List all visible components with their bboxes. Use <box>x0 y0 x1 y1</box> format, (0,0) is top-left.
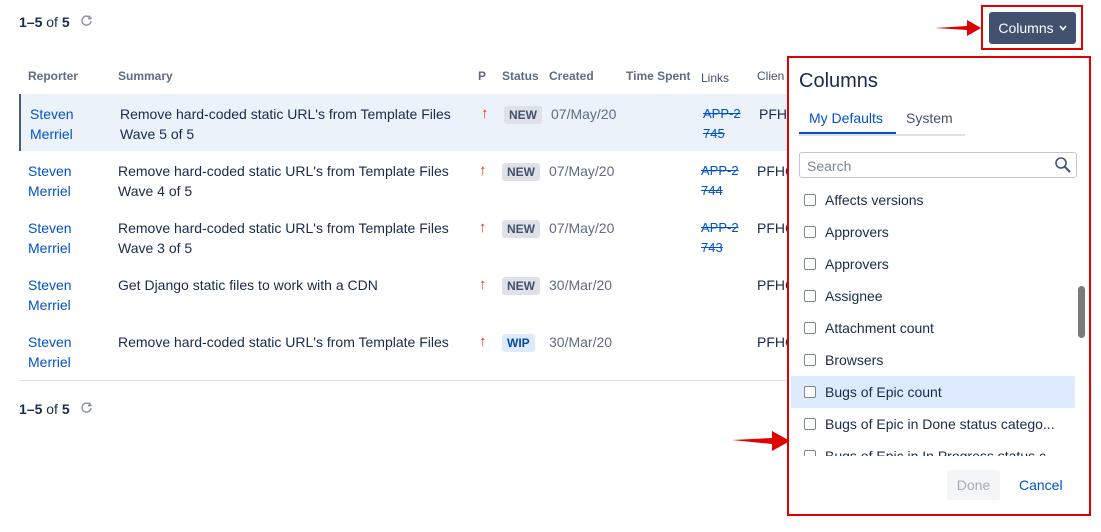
column-header-summary[interactable]: Summary <box>118 69 173 83</box>
search-input[interactable]: Search <box>799 152 1077 178</box>
column-option[interactable]: Bugs of Epic count <box>791 376 1075 408</box>
client-cell: PFHC <box>757 163 787 179</box>
pager-of: of <box>46 401 58 417</box>
issue-link[interactable]: APP-2745 <box>703 104 743 144</box>
search-icon <box>1054 156 1072 177</box>
summary-link[interactable]: Remove hard-coded static URL's from Temp… <box>118 161 468 201</box>
column-option[interactable]: Bugs of Epic in Done status catego... <box>791 408 1075 440</box>
tab-my-defaults[interactable]: My Defaults <box>809 110 883 126</box>
column-header-links[interactable]: Links <box>701 71 729 85</box>
checkbox[interactable] <box>804 386 816 398</box>
search-placeholder: Search <box>807 158 852 174</box>
status-badge: NEW <box>502 163 540 181</box>
refresh-icon[interactable] <box>80 401 93 417</box>
reporter-link[interactable]: Steven Merriel <box>30 104 100 144</box>
checkbox[interactable] <box>804 450 816 456</box>
reporter-link[interactable]: Steven Merriel <box>28 161 98 201</box>
issue-link[interactable]: APP-2744 <box>701 161 741 201</box>
active-tab-indicator <box>799 132 896 134</box>
priority-high-icon: ↑ <box>479 219 487 236</box>
pager-total: 5 <box>61 14 70 30</box>
column-option[interactable]: Browsers <box>791 344 1075 376</box>
column-header-created[interactable]: Created <box>549 69 594 83</box>
issue-link[interactable]: APP-2743 <box>701 218 741 258</box>
priority-high-icon: ↑ <box>479 162 487 179</box>
checkbox[interactable] <box>804 354 816 366</box>
column-header-client[interactable]: Clien <box>757 69 784 83</box>
client-cell: PFHC <box>757 277 787 293</box>
tab-system[interactable]: System <box>906 110 953 126</box>
issue-table: Steven Merriel Remove hard-coded static … <box>19 94 789 379</box>
columns-button-label: Columns <box>998 20 1054 36</box>
column-option[interactable]: Attachment count <box>791 312 1075 344</box>
status-badge: WIP <box>502 334 535 352</box>
done-button[interactable]: Done <box>947 470 1000 500</box>
list-scrollbar[interactable] <box>1078 184 1086 456</box>
checkbox[interactable] <box>804 226 816 238</box>
annotation-arrow-icon <box>732 431 790 451</box>
client-cell: PFHC <box>757 220 787 236</box>
summary-link[interactable]: Remove hard-coded static URL's from Temp… <box>118 218 468 258</box>
table-row[interactable]: Steven Merriel Remove hard-coded static … <box>19 151 789 208</box>
checkbox[interactable] <box>804 418 816 430</box>
columns-popup: Columns My Defaults System Search Affect… <box>791 60 1087 512</box>
pager-top: 1–5 of 5 <box>19 14 93 30</box>
column-header-priority[interactable]: P <box>478 69 486 83</box>
status-badge: NEW <box>502 220 540 238</box>
column-option[interactable]: Affects versions <box>791 184 1075 216</box>
pager-range: 1–5 <box>19 14 43 30</box>
status-badge: NEW <box>504 106 542 124</box>
column-header-time-spent[interactable]: Time Spent <box>626 69 690 83</box>
table-divider <box>19 380 789 381</box>
popup-tabs: My Defaults System <box>799 106 965 136</box>
checkbox[interactable] <box>804 258 816 270</box>
table-row[interactable]: Steven Merriel Remove hard-coded static … <box>19 208 789 265</box>
pager-of: of <box>46 14 58 30</box>
status-badge: NEW <box>502 277 540 295</box>
client-cell: PFHC <box>759 106 789 122</box>
summary-link[interactable]: Remove hard-coded static URL's from Temp… <box>120 104 470 144</box>
cancel-button[interactable]: Cancel <box>1019 470 1063 500</box>
column-option[interactable]: Approvers <box>791 216 1075 248</box>
reporter-link[interactable]: Steven Merriel <box>28 275 98 315</box>
columns-button[interactable]: Columns <box>989 12 1076 44</box>
client-cell: PFHC <box>757 334 787 350</box>
scrollbar-thumb[interactable] <box>1078 286 1085 338</box>
reporter-link[interactable]: Steven Merriel <box>28 218 98 258</box>
summary-link[interactable]: Get Django static files to work with a C… <box>118 275 468 295</box>
reporter-link[interactable]: Steven Merriel <box>28 332 98 372</box>
summary-link[interactable]: Remove hard-coded static URL's from Temp… <box>118 332 468 352</box>
created-date: 07/May/20 <box>551 106 617 122</box>
table-row[interactable]: Steven Merriel Remove hard-coded static … <box>19 322 789 379</box>
created-date: 07/May/20 <box>549 220 615 236</box>
column-option[interactable]: Approvers <box>791 248 1075 280</box>
checkbox[interactable] <box>804 290 816 302</box>
column-header-status[interactable]: Status <box>502 69 539 83</box>
checkbox[interactable] <box>804 194 816 206</box>
popup-title: Columns <box>799 70 878 92</box>
priority-high-icon: ↑ <box>479 333 487 350</box>
annotation-arrow-icon <box>935 20 981 36</box>
priority-high-icon: ↑ <box>479 276 487 293</box>
refresh-icon[interactable] <box>80 14 93 30</box>
pager-bottom: 1–5 of 5 <box>19 401 93 417</box>
column-header-reporter[interactable]: Reporter <box>28 69 78 83</box>
created-date: 30/Mar/20 <box>549 334 613 350</box>
created-date: 07/May/20 <box>549 163 615 179</box>
priority-high-icon: ↑ <box>481 105 489 122</box>
table-row[interactable]: Steven Merriel Remove hard-coded static … <box>19 94 789 151</box>
column-option[interactable]: Bugs of Epic in In Progress status c... <box>791 440 1075 456</box>
chevron-down-icon <box>1059 23 1067 33</box>
pager-range: 1–5 <box>19 401 43 417</box>
created-date: 30/Mar/20 <box>549 277 613 293</box>
column-options-list: Affects versions Approvers Approvers Ass… <box>791 184 1075 456</box>
table-row[interactable]: Steven Merriel Get Django static files t… <box>19 265 789 322</box>
pager-total: 5 <box>61 401 70 417</box>
checkbox[interactable] <box>804 322 816 334</box>
column-option[interactable]: Assignee <box>791 280 1075 312</box>
